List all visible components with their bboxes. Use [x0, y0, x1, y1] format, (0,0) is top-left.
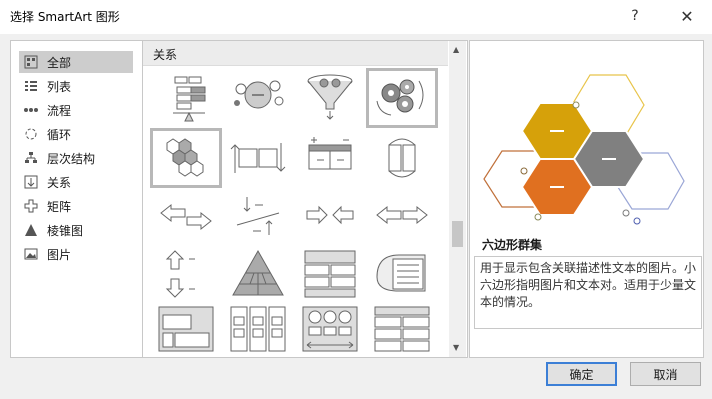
layout-tile-circle-columns[interactable]	[297, 303, 363, 357]
process-icon	[23, 102, 39, 118]
scroll-up-icon[interactable]: ▲	[453, 45, 459, 54]
hexagon-preview-image	[483, 74, 685, 225]
preview-panel: 六边形群集 用于显示包含关联描述性文本的图片。小六边形指明图片和文本对。适用于少…	[469, 40, 704, 358]
smartart-dialog: 选择 SmartArt 图形 ? ✕ 全部 列表 流程 循环 层次结构 关系 矩…	[0, 0, 712, 399]
scroll-down-icon[interactable]: ▼	[453, 343, 459, 352]
picture-icon	[23, 246, 39, 262]
layout-tile-plus-minus[interactable]	[297, 131, 363, 185]
category-item-list[interactable]: 列表	[19, 75, 133, 97]
cycle-icon	[23, 126, 39, 142]
category-item-hierarchy[interactable]: 层次结构	[19, 147, 133, 169]
layout-tile-arrows-pair[interactable]	[369, 191, 435, 245]
preview-description: 用于显示包含关联描述性文本的图片。小六边形指明图片和文本对。适用于少量文本的情况…	[474, 256, 702, 329]
category-item-all[interactable]: 全部	[19, 51, 133, 73]
layout-tile-three-column[interactable]	[225, 303, 291, 357]
category-item-picture[interactable]: 图片	[19, 243, 133, 265]
matrix-icon	[23, 198, 39, 214]
gallery-section-label: 关系	[153, 48, 178, 62]
category-item-matrix[interactable]: 矩阵	[19, 195, 133, 217]
hierarchy-icon	[23, 150, 39, 166]
category-item-relationship[interactable]: 关系	[19, 171, 133, 193]
scroll-thumb[interactable]	[452, 221, 463, 247]
layout-tile-stacked-bars[interactable]	[297, 247, 363, 301]
close-button[interactable]: ✕	[674, 4, 700, 28]
category-label: 棱锥图	[47, 223, 84, 238]
layout-tile-segmented-pyramid[interactable]	[225, 247, 291, 301]
pyramid-icon	[23, 222, 39, 238]
window-title: 选择 SmartArt 图形	[10, 10, 120, 24]
layout-tile-diverging-arrows[interactable]	[225, 191, 291, 245]
category-label: 列表	[47, 79, 72, 94]
layout-tile-converging-arrows[interactable]	[153, 191, 219, 245]
category-label: 图片	[47, 247, 72, 262]
category-item-cycle[interactable]: 循环	[19, 123, 133, 145]
layout-tile-nested-target[interactable]	[369, 247, 435, 301]
category-label: 层次结构	[47, 151, 96, 166]
all-icon	[23, 54, 39, 70]
layout-tile-opposing-arrows[interactable]	[225, 131, 291, 185]
title-bar: 选择 SmartArt 图形 ? ✕	[0, 0, 712, 34]
layout-tile-table-list[interactable]	[369, 303, 435, 357]
layout-tile-opposing-ideas[interactable]	[297, 191, 363, 245]
category-item-pyramid[interactable]: 棱锥图	[19, 219, 133, 241]
relationship-icon	[23, 174, 39, 190]
layout-tile-balance[interactable]	[153, 71, 219, 125]
layout-tile-hexagon-cluster[interactable]	[150, 128, 222, 188]
layout-tile-reverse-arrows[interactable]	[369, 131, 435, 185]
category-item-process[interactable]: 流程	[19, 99, 133, 121]
layout-gallery: 关系 ▲ ▼	[143, 40, 468, 358]
cancel-button[interactable]: 取消	[630, 362, 701, 386]
category-label: 关系	[47, 175, 72, 190]
category-label: 流程	[47, 103, 72, 118]
help-button[interactable]: ?	[622, 4, 648, 28]
layout-tile-counterbalance[interactable]	[225, 71, 291, 125]
gallery-section-header: 关系	[143, 41, 448, 66]
layout-tile-gears[interactable]	[366, 68, 438, 128]
category-label: 全部	[47, 55, 72, 70]
layout-tile-picture-grid[interactable]	[153, 303, 219, 357]
ok-button[interactable]: 确定	[546, 362, 617, 386]
list-icon	[23, 78, 39, 94]
category-label: 循环	[47, 127, 72, 142]
layout-tile-funnel[interactable]	[297, 71, 363, 125]
category-label: 矩阵	[47, 199, 72, 214]
gallery-scrollbar[interactable]: ▲ ▼	[449, 41, 466, 357]
layout-tile-up-down-arrows[interactable]	[153, 247, 219, 301]
category-list: 全部 列表 流程 循环 层次结构 关系 矩阵 棱锥图 图片	[10, 40, 143, 358]
preview-title: 六边形群集	[482, 238, 543, 252]
